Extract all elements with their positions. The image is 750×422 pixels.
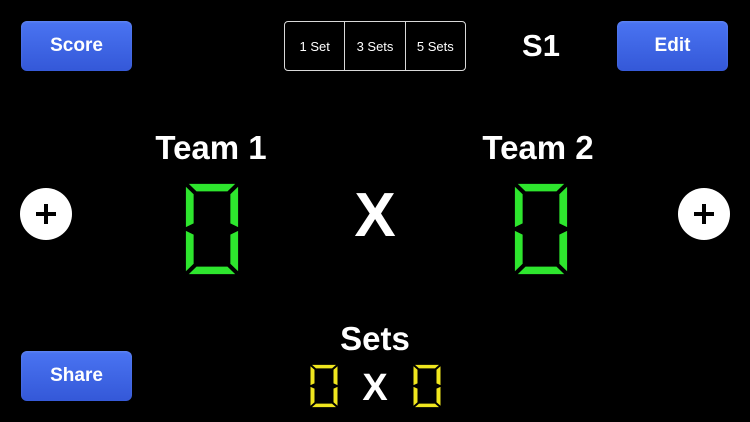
plus-icon [36, 204, 56, 224]
plus-icon [694, 204, 714, 224]
segment-b [559, 186, 568, 228]
versus-separator: X [354, 180, 396, 250]
segment-e [514, 230, 523, 272]
segment-c [333, 386, 338, 406]
segment-b [333, 366, 338, 386]
segment-a [517, 183, 565, 192]
segment-c [230, 230, 239, 272]
seven-segment-digit [185, 183, 239, 275]
segment-e [413, 386, 418, 406]
segment-d [312, 403, 336, 408]
team1-score-display [183, 182, 241, 276]
team2-score-display [512, 182, 570, 276]
team1-add-point-button[interactable] [20, 188, 72, 240]
team2-add-point-button[interactable] [678, 188, 730, 240]
segment-a [188, 183, 236, 192]
segment-a [415, 364, 439, 369]
team2-name: Team 2 [482, 129, 594, 166]
team1-name: Team 1 [155, 129, 267, 166]
segment-a [312, 364, 336, 369]
segment-f [310, 366, 315, 386]
segment-d [517, 266, 565, 275]
current-set-indicator: S1 [522, 28, 560, 63]
segment-b [230, 186, 239, 228]
segment-c [436, 386, 441, 406]
seven-segment-digit [514, 183, 568, 275]
seven-segment-digit [310, 364, 338, 408]
sets-separator: X [362, 366, 388, 409]
edit-button[interactable]: Edit [617, 21, 728, 71]
segment-e [310, 386, 315, 406]
segment-f [185, 186, 194, 228]
set-option-1[interactable]: 1 Set [285, 22, 346, 70]
set-option-5[interactable]: 5 Sets [406, 22, 465, 70]
segment-f [413, 366, 418, 386]
sets-label: Sets [340, 320, 410, 357]
score-button[interactable]: Score [21, 21, 132, 71]
segment-d [415, 403, 439, 408]
seven-segment-digit [413, 364, 441, 408]
team2-sets-display [412, 364, 442, 408]
segment-f [514, 186, 523, 228]
segment-d [188, 266, 236, 275]
team1-sets-display [309, 364, 339, 408]
segment-c [559, 230, 568, 272]
segment-e [185, 230, 194, 272]
segment-b [436, 366, 441, 386]
set-option-3[interactable]: 3 Sets [345, 22, 406, 70]
set-count-selector[interactable]: 1 Set 3 Sets 5 Sets [284, 21, 466, 71]
share-button[interactable]: Share [21, 351, 132, 401]
